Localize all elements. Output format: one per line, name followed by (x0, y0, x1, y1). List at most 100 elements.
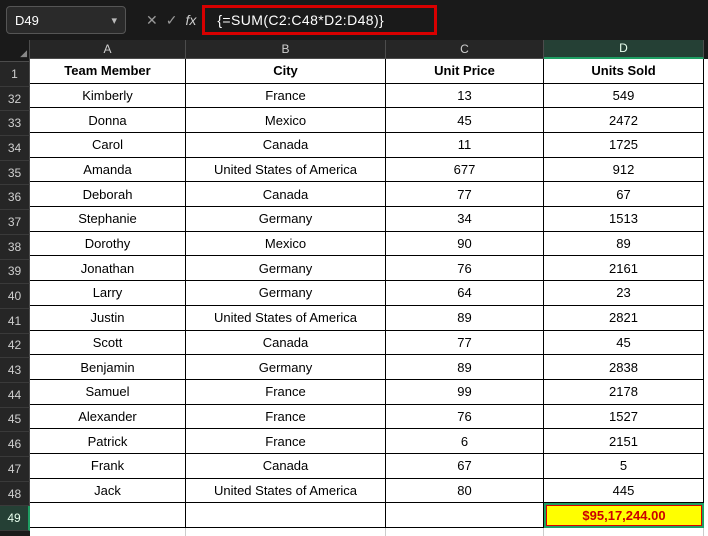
cell[interactable]: Jack (30, 479, 186, 504)
cell[interactable]: Frank (30, 454, 186, 479)
cell[interactable]: United States of America (186, 306, 386, 331)
row-header[interactable]: 47 (0, 457, 30, 482)
cell[interactable]: France (186, 405, 386, 430)
cell-empty[interactable] (186, 503, 386, 528)
cell[interactable]: Benjamin (30, 355, 186, 380)
cell[interactable]: 64 (386, 281, 544, 306)
cell[interactable]: 90 (386, 232, 544, 257)
result-cell[interactable]: $95,17,244.00 (544, 503, 704, 528)
cell[interactable]: Stephanie (30, 207, 186, 232)
cell[interactable]: Germany (186, 256, 386, 281)
row-header[interactable]: 45 (0, 408, 30, 433)
cell[interactable]: Amanda (30, 158, 186, 183)
row-header[interactable]: 48 (0, 482, 30, 507)
cell-empty[interactable] (544, 528, 704, 536)
formula-input[interactable]: {=SUM(C2:C48*D2:D48)} (202, 5, 437, 35)
cell[interactable]: Kimberly (30, 84, 186, 109)
cell[interactable]: 445 (544, 479, 704, 504)
cell[interactable]: Larry (30, 281, 186, 306)
column-header[interactable]: B (186, 40, 386, 59)
cell[interactable]: 77 (386, 331, 544, 356)
column-header-selected[interactable]: D (544, 40, 704, 59)
cell[interactable]: 45 (544, 331, 704, 356)
row-header-selected[interactable]: 49 (0, 506, 30, 531)
cell[interactable]: 99 (386, 380, 544, 405)
cell[interactable]: 89 (386, 355, 544, 380)
cell[interactable]: Justin (30, 306, 186, 331)
cell[interactable]: Donna (30, 108, 186, 133)
row-header[interactable]: 40 (0, 284, 30, 309)
cell[interactable]: Germany (186, 281, 386, 306)
header-cell[interactable]: Unit Price (386, 59, 544, 84)
cell[interactable]: United States of America (186, 158, 386, 183)
select-all-corner[interactable]: ◢ (0, 40, 30, 62)
cell[interactable]: 2821 (544, 306, 704, 331)
cell-empty[interactable] (186, 528, 386, 536)
row-header[interactable]: 41 (0, 309, 30, 334)
cell[interactable]: Patrick (30, 429, 186, 454)
cancel-formula-icon[interactable]: ✕ (146, 12, 158, 29)
fx-icon[interactable]: fx (185, 12, 196, 28)
cell[interactable]: 45 (386, 108, 544, 133)
cell[interactable]: 2838 (544, 355, 704, 380)
cell[interactable]: Canada (186, 331, 386, 356)
cell[interactable]: Mexico (186, 108, 386, 133)
cell[interactable]: 677 (386, 158, 544, 183)
row-header[interactable]: 37 (0, 210, 30, 235)
cell[interactable]: Alexander (30, 405, 186, 430)
cell-empty[interactable] (30, 528, 186, 536)
row-header[interactable]: 1 (0, 62, 30, 87)
cell[interactable]: Jonathan (30, 256, 186, 281)
column-header[interactable]: A (30, 40, 186, 59)
cell[interactable]: 1527 (544, 405, 704, 430)
cell-empty[interactable] (386, 503, 544, 528)
cell[interactable]: 77 (386, 182, 544, 207)
cell[interactable]: 1513 (544, 207, 704, 232)
column-header[interactable]: C (386, 40, 544, 59)
cell[interactable]: Deborah (30, 182, 186, 207)
cell[interactable]: 80 (386, 479, 544, 504)
cell[interactable]: Mexico (186, 232, 386, 257)
cell[interactable]: France (186, 84, 386, 109)
cell[interactable]: 2161 (544, 256, 704, 281)
cell[interactable]: Samuel (30, 380, 186, 405)
cell[interactable]: France (186, 380, 386, 405)
accept-formula-icon[interactable]: ✓ (166, 12, 178, 29)
cell[interactable]: 912 (544, 158, 704, 183)
cell[interactable]: 11 (386, 133, 544, 158)
cell[interactable]: Canada (186, 133, 386, 158)
cell[interactable]: 5 (544, 454, 704, 479)
chevron-down-icon[interactable]: ▾ (111, 14, 117, 27)
cell[interactable]: 89 (386, 306, 544, 331)
cell[interactable]: 13 (386, 84, 544, 109)
cell[interactable]: 34 (386, 207, 544, 232)
cell[interactable]: 67 (544, 182, 704, 207)
cell[interactable]: Canada (186, 182, 386, 207)
header-cell[interactable]: City (186, 59, 386, 84)
header-cell[interactable]: Team Member (30, 59, 186, 84)
cell[interactable]: 2472 (544, 108, 704, 133)
row-header[interactable]: 44 (0, 383, 30, 408)
cell[interactable]: 2151 (544, 429, 704, 454)
cell[interactable]: Germany (186, 207, 386, 232)
cell[interactable]: 76 (386, 405, 544, 430)
cell[interactable]: Germany (186, 355, 386, 380)
row-header[interactable]: 34 (0, 136, 30, 161)
cell[interactable]: France (186, 429, 386, 454)
cell[interactable]: Carol (30, 133, 186, 158)
cell-empty[interactable] (386, 528, 544, 536)
name-box[interactable]: D49 ▾ (6, 6, 126, 34)
header-cell[interactable]: Units Sold (544, 59, 704, 84)
row-header[interactable]: 43 (0, 358, 30, 383)
cell[interactable]: 2178 (544, 380, 704, 405)
cell[interactable]: Canada (186, 454, 386, 479)
row-header[interactable]: 32 (0, 87, 30, 112)
row-header[interactable]: 35 (0, 161, 30, 186)
row-header[interactable]: 42 (0, 334, 30, 359)
cell[interactable]: 89 (544, 232, 704, 257)
row-header[interactable]: 38 (0, 235, 30, 260)
row-header[interactable]: 36 (0, 185, 30, 210)
cell[interactable]: 67 (386, 454, 544, 479)
cell[interactable]: United States of America (186, 479, 386, 504)
cell[interactable]: 23 (544, 281, 704, 306)
